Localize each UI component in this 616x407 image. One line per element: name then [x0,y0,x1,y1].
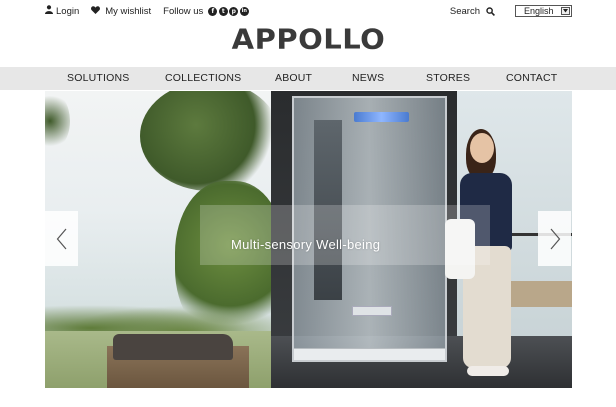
follow-us-label: Follow us [163,5,204,17]
login-link[interactable]: Login [45,5,79,17]
user-icon [45,5,53,17]
nav-contact[interactable]: CONTACT [506,67,557,90]
nav-solutions[interactable]: SOLUTIONS [67,67,129,90]
slider-next-button[interactable] [538,211,571,266]
towel [113,334,233,360]
top-bar: Login My wishlist Follow us f t p in Sea… [0,0,616,22]
facebook-icon[interactable]: f [208,6,218,16]
language-selected: English [524,6,554,16]
search-label: Search [449,5,480,17]
heart-icon [91,5,101,17]
social-links: f t p in [208,6,250,16]
nav-about[interactable]: ABOUT [275,67,312,90]
nav-news[interactable]: NEWS [352,67,384,90]
linkedin-icon[interactable]: in [239,6,249,16]
twitter-icon[interactable]: t [218,6,228,16]
wishlist-label: My wishlist [105,5,152,17]
slider-prev-button[interactable] [45,211,78,266]
hero-slider[interactable]: Multi-sensory Well-being [45,91,572,388]
logo-text: APPOLLO [231,22,386,56]
top-utilities: Search English [450,5,572,17]
chevron-left-icon [56,228,66,249]
chevron-down-icon [561,7,570,15]
caption-overlay [200,205,490,265]
top-links: Login My wishlist Follow us f t p in [45,5,250,17]
hero-caption: Multi-sensory Well-being [231,237,381,252]
pinterest-icon[interactable]: p [229,6,239,16]
nav-collections[interactable]: COLLECTIONS [165,67,241,90]
brand-logo[interactable]: APPOLLO [0,22,616,56]
search-button[interactable]: Search [450,6,495,17]
main-nav: SOLUTIONS COLLECTIONS ABOUT NEWS STORES … [0,67,616,90]
search-icon [486,6,495,16]
login-label: Login [56,5,80,17]
chevron-right-icon [550,228,560,249]
language-select[interactable]: English [515,5,572,17]
wishlist-link[interactable]: My wishlist [91,6,151,17]
nav-stores[interactable]: STORES [426,67,470,90]
